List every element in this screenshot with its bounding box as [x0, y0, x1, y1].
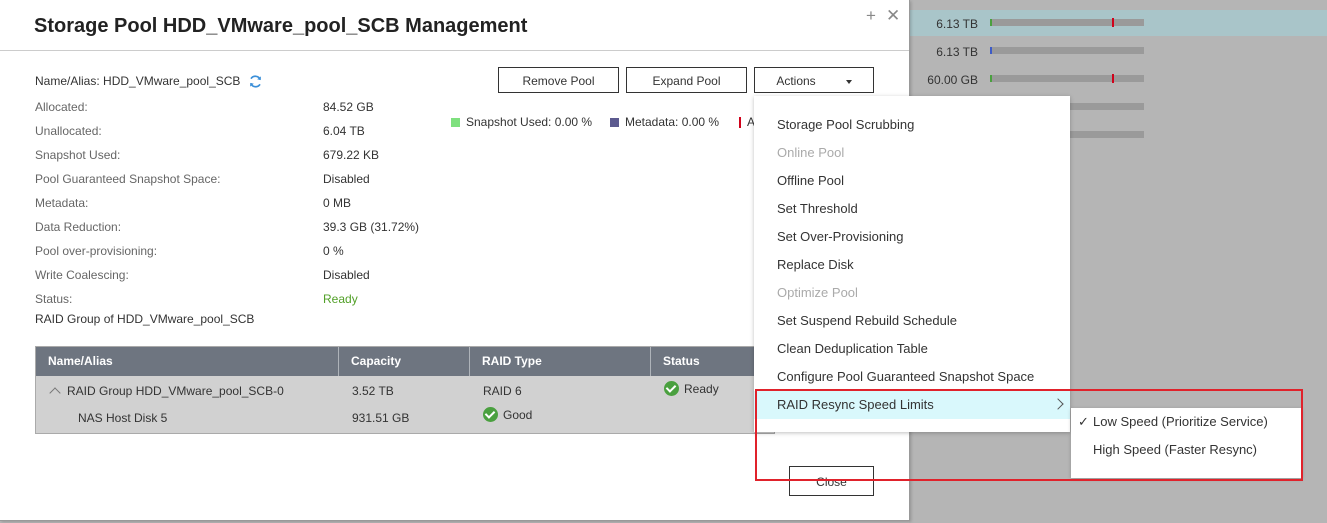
- write-coalescing-label: Write Coalescing:: [35, 268, 129, 282]
- check-circle-icon: [483, 407, 498, 422]
- row-size: 6.13 TB: [936, 45, 978, 59]
- disk-health: Good: [483, 407, 532, 422]
- legend-metadata: Metadata: 0.00 %: [610, 115, 719, 129]
- allocated-label: Allocated:: [35, 100, 88, 114]
- over-provisioning-label: Pool over-provisioning:: [35, 244, 158, 258]
- menu-item-optimize-pool[interactable]: Optimize Pool: [754, 279, 1070, 307]
- status-value: Ready: [323, 292, 358, 306]
- submenu-item-low-speed-label: Low Speed (Prioritize Service): [1093, 414, 1268, 429]
- allocated-value: 84.52 GB: [323, 100, 374, 114]
- chevron-right-icon: [1052, 398, 1064, 410]
- dialog-title: Storage Pool HDD_VMware_pool_SCB Managem…: [34, 15, 528, 37]
- raid-group-heading: RAID Group of HDD_VMware_pool_SCB: [35, 312, 255, 326]
- snapshot-used-value: 679.22 KB: [323, 148, 380, 162]
- title-divider: [0, 50, 909, 51]
- usage-bar: [990, 47, 1144, 54]
- disk-capacity: 931.51 GB: [352, 411, 410, 425]
- raid-group-type: RAID 6: [483, 384, 522, 398]
- column-header-name[interactable]: Name/Alias: [36, 347, 339, 376]
- name-alias-label: Name/Alias: HDD_VMware_pool_SCB: [35, 74, 241, 88]
- table-row[interactable]: RAID Group HDD_VMware_pool_SCB-0: [49, 384, 284, 399]
- menu-item-offline-pool[interactable]: Offline Pool: [754, 167, 1070, 195]
- column-header-capacity[interactable]: Capacity: [339, 347, 470, 376]
- raid-group-name: RAID Group HDD_VMware_pool_SCB-0: [67, 384, 284, 398]
- menu-item-online-pool[interactable]: Online Pool: [754, 139, 1070, 167]
- resync-speed-submenu: ✓ Low Speed (Prioritize Service) High Sp…: [1071, 408, 1302, 478]
- menu-item-replace-disk[interactable]: Replace Disk: [754, 251, 1070, 279]
- raid-group-status: Ready: [664, 381, 719, 396]
- raid-group-capacity: 3.52 TB: [352, 384, 394, 398]
- snapshot-swatch: [451, 118, 460, 127]
- name-alias-row: Name/Alias: HDD_VMware_pool_SCB: [35, 74, 263, 89]
- caret-down-icon: [845, 79, 852, 84]
- actions-label: Actions: [776, 74, 816, 88]
- plus-icon[interactable]: +: [866, 6, 876, 26]
- actions-button[interactable]: Actions: [754, 67, 874, 93]
- status-label: Status:: [35, 292, 73, 306]
- column-header-raid-type[interactable]: RAID Type: [470, 347, 651, 376]
- actions-menu: Storage Pool Scrubbing Online Pool Offli…: [754, 96, 1070, 432]
- legend-snapshot-label: Snapshot Used: 0.00 %: [466, 115, 593, 129]
- metadata-label: Metadata:: [35, 196, 89, 210]
- raid-group-status-text: Ready: [684, 382, 719, 396]
- data-reduction-label: Data Reduction:: [35, 220, 122, 234]
- metadata-swatch: [610, 118, 619, 127]
- menu-item-raid-resync[interactable]: RAID Resync Speed Limits: [754, 391, 1070, 419]
- menu-item-clean-dedup[interactable]: Clean Deduplication Table: [754, 335, 1070, 363]
- legend-snapshot: Snapshot Used: 0.00 %: [451, 115, 592, 129]
- menu-item-scrubbing[interactable]: Storage Pool Scrubbing: [754, 111, 1070, 139]
- legend-metadata-label: Metadata: 0.00 %: [625, 115, 720, 129]
- submenu-item-high-speed[interactable]: High Speed (Faster Resync): [1071, 436, 1302, 464]
- menu-item-guaranteed-snapshot[interactable]: Configure Pool Guaranteed Snapshot Space: [754, 363, 1070, 391]
- close-icon[interactable]: ✕: [886, 6, 900, 26]
- remove-pool-button[interactable]: Remove Pool: [498, 67, 619, 93]
- guaranteed-snapshot-label: Pool Guaranteed Snapshot Space:: [35, 172, 221, 186]
- menu-item-suspend-rebuild[interactable]: Set Suspend Rebuild Schedule: [754, 307, 1070, 335]
- submenu-item-low-speed[interactable]: ✓ Low Speed (Prioritize Service): [1071, 408, 1302, 436]
- close-button[interactable]: Close: [789, 466, 874, 496]
- guaranteed-snapshot-value: Disabled: [323, 172, 370, 186]
- data-reduction-value: 39.3 GB (31.72%): [323, 220, 420, 234]
- expand-pool-button[interactable]: Expand Pool: [626, 67, 747, 93]
- row-size: 60.00 GB: [927, 73, 978, 87]
- unallocated-label: Unallocated:: [35, 124, 102, 138]
- usage-bar: [990, 74, 1144, 83]
- snapshot-used-label: Snapshot Used:: [35, 148, 121, 162]
- disk-health-text: Good: [503, 408, 533, 422]
- legend-alert: A: [739, 115, 755, 129]
- metadata-value: 0 MB: [323, 196, 352, 210]
- chevron-up-icon[interactable]: [49, 387, 61, 399]
- table-header: Name/Alias Capacity RAID Type Status: [36, 347, 774, 376]
- write-coalescing-value: Disabled: [323, 268, 370, 282]
- usage-bar: [990, 18, 1144, 27]
- over-provisioning-value: 0 %: [323, 244, 344, 258]
- menu-item-raid-resync-label: RAID Resync Speed Limits: [777, 397, 934, 412]
- unallocated-value: 6.04 TB: [323, 124, 365, 138]
- menu-item-over-provisioning[interactable]: Set Over-Provisioning: [754, 223, 1070, 251]
- raid-group-table: Name/Alias Capacity RAID Type Status RAI…: [35, 346, 775, 434]
- check-icon: ✓: [1078, 414, 1089, 429]
- refresh-icon[interactable]: [248, 74, 263, 89]
- menu-item-set-threshold[interactable]: Set Threshold: [754, 195, 1070, 223]
- submenu-item-high-speed-label: High Speed (Faster Resync): [1093, 442, 1258, 457]
- alert-swatch: [739, 117, 741, 128]
- row-size: 6.13 TB: [936, 17, 978, 31]
- check-circle-icon: [664, 381, 679, 396]
- disk-name: NAS Host Disk 5: [78, 411, 168, 425]
